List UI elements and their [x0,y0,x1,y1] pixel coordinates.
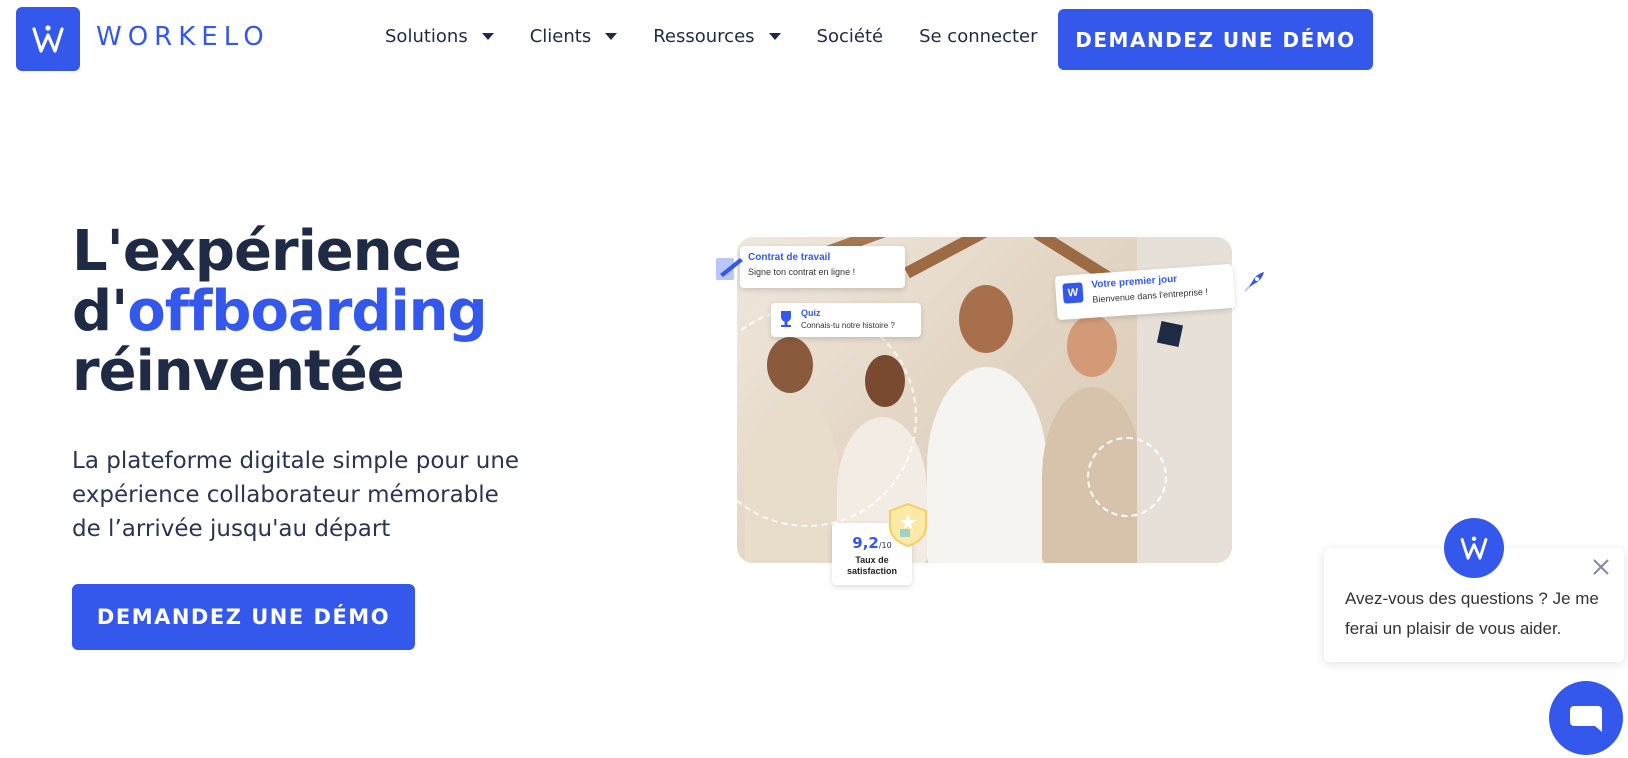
logo-text[interactable]: WORKELO [96,22,270,52]
nav-clients[interactable]: Clients [530,26,618,47]
workelo-logo-icon[interactable] [16,7,80,71]
satisfaction-score-value: 9,2 [852,534,879,552]
nav-ressources[interactable]: Ressources [653,26,781,47]
chat-launcher-button[interactable] [1549,681,1623,755]
nav-societe[interactable]: Société [817,26,884,47]
dark-square-decoration [1156,320,1184,348]
contract-card: Contrat de travail Signe ton contrat en … [740,246,905,288]
hero-title: L'expérience d'offboarding réinventée [72,219,488,404]
nav-ressources-label: Ressources [653,26,755,47]
main-nav: Solutions Clients Ressources Société Se … [385,26,1074,47]
header-demo-button[interactable]: DEMANDEZ UNE DÉMO [1058,9,1373,70]
satisfaction-label-line2: satisfaction [846,566,897,576]
nav-societe-label: Société [816,26,884,47]
caret-down-icon [768,33,781,40]
contract-card-title: Contrat de travail [748,252,831,263]
nav-solutions-label: Solutions [385,26,468,47]
rocket-icon [1244,272,1264,292]
nav-login-label: Se connecter [919,26,1038,47]
satisfaction-label: Taux de satisfaction [832,555,912,577]
person-shape [927,367,1047,563]
workelo-badge-icon: W [1062,282,1084,304]
dashed-decoration [1087,437,1167,517]
badge-stars-icon [889,502,927,548]
chat-avatar-logo-icon [1444,518,1504,578]
nav-se-connecter[interactable]: Se connecter [919,26,1037,47]
contract-card-text: Signe ton contrat en ligne ! [748,267,856,277]
caret-down-icon [481,33,494,40]
quiz-card-text: Connais-tu notre histoire ? [801,321,895,330]
hero-title-line1: L'expérience [72,219,462,284]
nav-clients-label: Clients [529,26,592,47]
chat-bubble-icon [1570,706,1602,732]
close-icon[interactable] [1592,558,1610,576]
quiz-card-title: Quiz [801,308,821,318]
nav-solutions[interactable]: Solutions [385,26,494,47]
hero-demo-button[interactable]: DEMANDEZ UNE DÉMO [72,584,415,650]
hero-title-line3: réinventée [72,339,405,404]
hero-subtitle: La plateforme digitale simple pour une e… [72,448,520,542]
person-head [959,285,1013,353]
trophy-icon [781,311,791,327]
hero-title-prefix: d' [72,279,128,344]
document-sign-icon [716,258,743,280]
hero-title-accent: offboarding [127,279,487,344]
satisfaction-label-line1: Taux de [855,555,889,565]
chat-message-text: Avez-vous des questions ? Je me ferai un… [1345,589,1599,638]
person-head [1067,315,1117,377]
caret-down-icon [605,33,618,40]
site-header: WORKELO Solutions Clients Ressources Soc… [0,0,1628,80]
